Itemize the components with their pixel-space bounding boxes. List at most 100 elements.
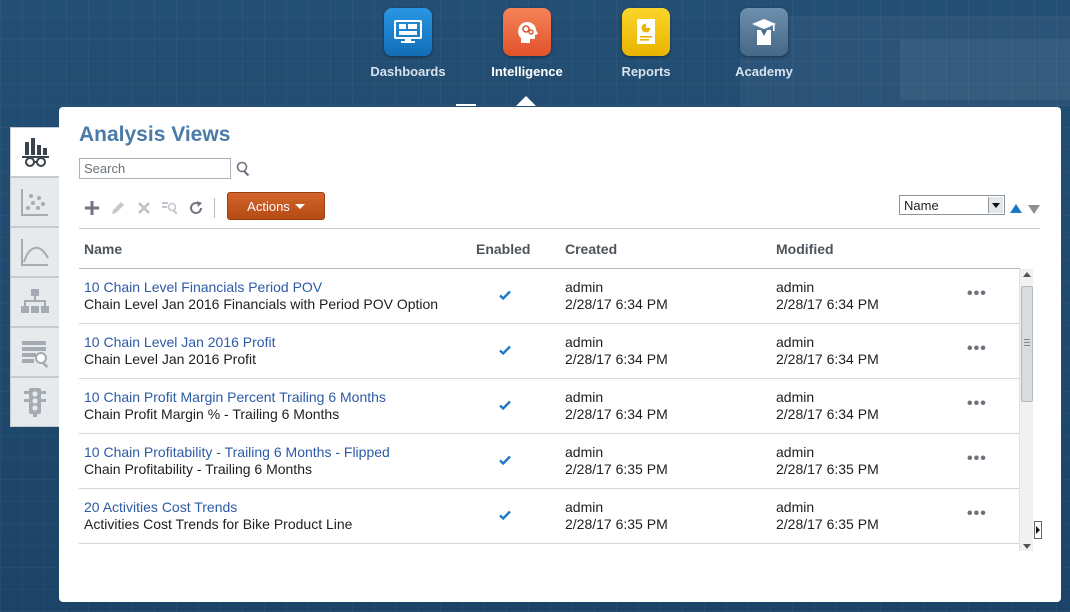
scroll-right-button[interactable] — [1034, 521, 1042, 539]
page-title: Analysis Views — [79, 123, 231, 146]
actions-button-label: Actions — [247, 198, 290, 214]
modified-by: admin — [776, 444, 815, 460]
analysis-views-panel: Analysis Views Search Actions Name Name … — [59, 107, 1061, 602]
modified-by: admin — [776, 334, 815, 350]
edit-button[interactable] — [105, 197, 131, 219]
nav-intelligence[interactable]: Intelligence — [477, 8, 577, 79]
created-by: admin — [565, 444, 604, 460]
row-name-cell: 10 Chain Level Financials Period POV Cha… — [84, 279, 438, 313]
dashboards-icon — [384, 8, 432, 56]
created-at: 2/28/17 6:34 PM — [565, 406, 668, 422]
reports-icon — [622, 8, 670, 56]
more-options-button[interactable]: ••• — [967, 340, 987, 358]
column-header-enabled[interactable]: Enabled — [476, 241, 530, 257]
analysis-view-description: Chain Profit Margin % - Trailing 6 Month… — [84, 406, 340, 422]
nav-dashboards-label: Dashboards — [370, 64, 446, 79]
table-row[interactable]: 10 Chain Profit Margin Percent Trailing … — [79, 379, 1020, 434]
analysis-view-link[interactable]: 10 Chain Level Jan 2016 Profit — [84, 334, 275, 351]
modified-at: 2/28/17 6:34 PM — [776, 296, 879, 312]
row-name-cell: 10 Chain Level Jan 2016 Profit Chain Lev… — [84, 334, 275, 368]
enabled-check-icon — [499, 345, 511, 356]
actions-button[interactable]: Actions — [227, 192, 325, 220]
modified-at: 2/28/17 6:34 PM — [776, 351, 879, 367]
find-replace-button[interactable] — [157, 197, 183, 219]
modified-cell: admin 2/28/17 6:35 PM — [776, 499, 879, 533]
scatter-plot-icon — [21, 189, 48, 216]
analysis-view-link[interactable]: 10 Chain Level Financials Period POV — [84, 279, 438, 296]
chevron-right-icon — [1036, 526, 1040, 534]
more-options-button[interactable]: ••• — [967, 395, 987, 413]
analysis-view-description: Chain Level Jan 2016 Financials with Per… — [84, 296, 439, 312]
search-input[interactable] — [79, 158, 231, 179]
enabled-check-icon — [499, 455, 511, 466]
row-name-cell: 20 Activities Cost Trends Activities Cos… — [84, 499, 352, 533]
modified-cell: admin 2/28/17 6:34 PM — [776, 279, 879, 313]
analysis-views-icon — [22, 138, 49, 167]
refresh-button[interactable] — [183, 197, 209, 219]
sort-select[interactable]: Name — [899, 195, 1005, 215]
more-options-button[interactable]: ••• — [967, 450, 987, 468]
created-by: admin — [565, 389, 604, 405]
row-name-cell: 10 Chain Profitability - Trailing 6 Mont… — [84, 444, 390, 478]
nav-dashboards[interactable]: Dashboards — [358, 8, 458, 79]
delete-x-icon — [138, 202, 150, 214]
scroll-down-icon[interactable] — [1023, 544, 1031, 549]
side-tab-table-search[interactable] — [10, 327, 59, 377]
more-options-button[interactable]: ••• — [967, 505, 987, 523]
modified-at: 2/28/17 6:34 PM — [776, 406, 879, 422]
side-tab-scatter[interactable] — [10, 177, 59, 227]
nav-academy-label: Academy — [735, 64, 793, 79]
toolbar — [79, 196, 223, 220]
analysis-view-link[interactable]: 20 Activities Cost Trends — [84, 499, 352, 516]
table-row[interactable]: 10 Chain Level Jan 2016 Profit Chain Lev… — [79, 324, 1020, 379]
modified-by: admin — [776, 389, 815, 405]
side-tab-traffic-light[interactable] — [10, 377, 59, 427]
nav-academy[interactable]: Academy — [714, 8, 814, 79]
table-header: Name Enabled Created Modified — [79, 241, 1040, 261]
scrollbar-thumb[interactable] — [1021, 286, 1033, 402]
analysis-view-link[interactable]: 10 Chain Profitability - Trailing 6 Mont… — [84, 444, 390, 461]
created-at: 2/28/17 6:34 PM — [565, 296, 668, 312]
table-row[interactable]: 20 Activities Cost Trends Activities Cos… — [79, 489, 1020, 544]
modified-by: admin — [776, 499, 815, 515]
refresh-icon — [190, 201, 203, 214]
modified-at: 2/28/17 6:35 PM — [776, 461, 879, 477]
enabled-check-icon — [499, 510, 511, 521]
side-tab-trend[interactable] — [10, 227, 59, 277]
created-cell: admin 2/28/17 6:34 PM — [565, 334, 668, 368]
vertical-scrollbar[interactable] — [1019, 269, 1033, 551]
table-search-icon — [22, 341, 49, 368]
top-navigation: Dashboards Intelligence Reports Academy — [0, 0, 1070, 117]
sort-ascending-icon[interactable] — [1010, 204, 1022, 213]
side-tab-analysis-views[interactable] — [10, 127, 59, 177]
table-row[interactable]: 10 Chain Level Financials Period POV Cha… — [79, 269, 1020, 324]
created-cell: admin 2/28/17 6:35 PM — [565, 444, 668, 478]
trend-curve-icon — [21, 239, 49, 266]
side-tab-hierarchy[interactable] — [10, 277, 59, 327]
delete-button[interactable] — [131, 197, 157, 219]
nav-divider — [456, 104, 476, 106]
nav-reports[interactable]: Reports — [596, 8, 696, 79]
column-header-modified[interactable]: Modified — [776, 241, 834, 257]
side-tabs — [10, 127, 60, 427]
scroll-up-icon[interactable] — [1023, 272, 1031, 277]
nav-intelligence-label: Intelligence — [491, 64, 563, 79]
analysis-view-link[interactable]: 10 Chain Profit Margin Percent Trailing … — [84, 389, 386, 406]
row-name-cell: 10 Chain Profit Margin Percent Trailing … — [84, 389, 386, 423]
more-options-button[interactable]: ••• — [967, 285, 987, 303]
add-button[interactable] — [79, 197, 105, 219]
created-cell: admin 2/28/17 6:34 PM — [565, 279, 668, 313]
created-cell: admin 2/28/17 6:34 PM — [565, 389, 668, 423]
modified-cell: admin 2/28/17 6:35 PM — [776, 444, 879, 478]
analysis-view-description: Activities Cost Trends for Bike Product … — [84, 516, 353, 532]
search-icon[interactable] — [235, 160, 252, 177]
pencil-icon — [112, 202, 124, 214]
sort-descending-icon[interactable] — [1028, 205, 1040, 214]
column-header-created[interactable]: Created — [565, 241, 617, 257]
modified-cell: admin 2/28/17 6:34 PM — [776, 334, 879, 368]
column-header-name[interactable]: Name — [84, 241, 122, 257]
sort-select-value: Name — [904, 197, 939, 213]
table-row[interactable]: 10 Chain Profitability - Trailing 6 Mont… — [79, 434, 1020, 489]
modified-by: admin — [776, 279, 815, 295]
created-by: admin — [565, 279, 604, 295]
